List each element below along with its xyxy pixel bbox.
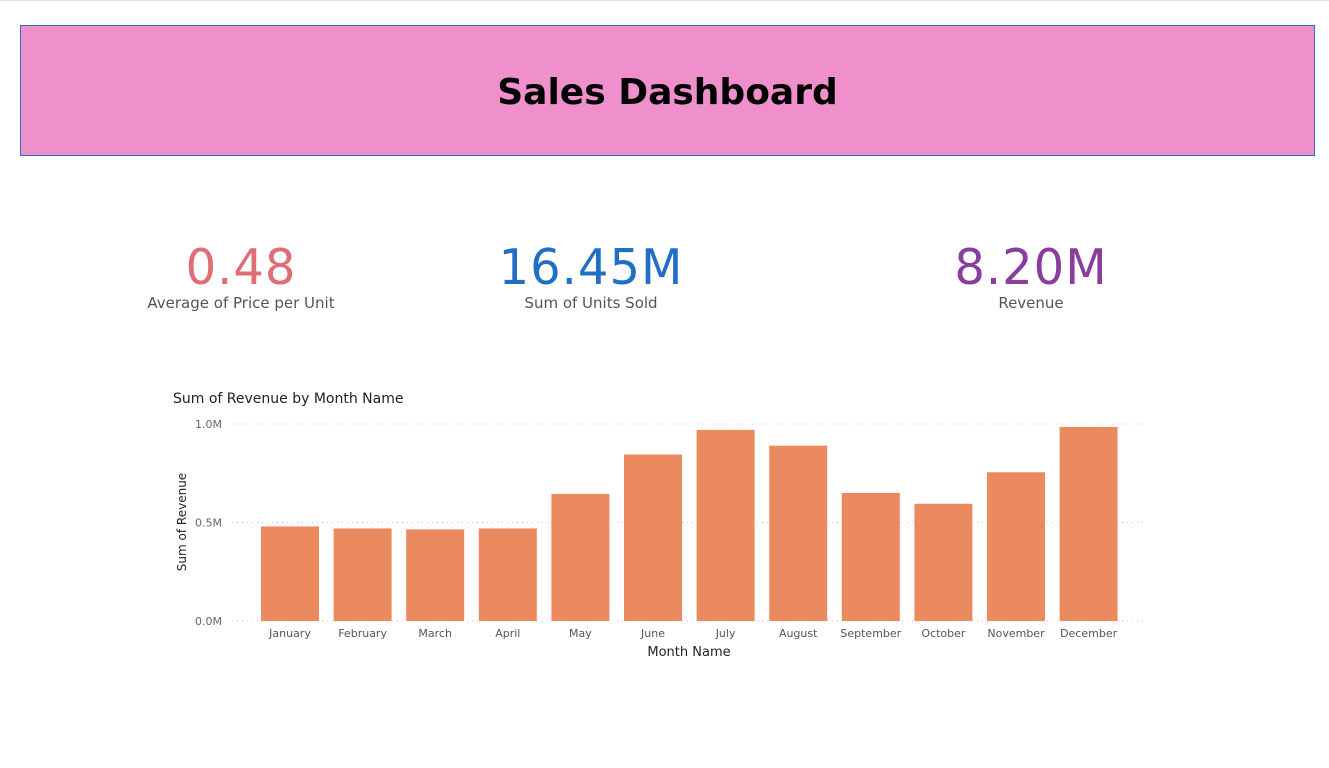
kpi-label: Sum of Units Sold [524,294,658,312]
kpi-value: 16.45M [498,239,684,296]
kpi-card-revenue[interactable]: 8.20M Revenue [881,239,1181,313]
x-tick-label: December [1060,627,1118,640]
y-tick-label: 1.0M [195,418,222,431]
page-title: Sales Dashboard [497,72,838,113]
x-tick-label: June [640,627,665,640]
x-axis-label: Month Name [647,645,730,660]
x-tick-label: February [338,627,387,640]
x-tick-label: January [268,627,311,640]
top-divider [0,0,1329,1]
bar-december[interactable] [1059,426,1118,621]
bar-june[interactable] [624,454,682,621]
bar-january[interactable] [261,526,319,621]
bar-july[interactable] [696,429,755,621]
bar-april[interactable] [478,528,537,621]
revenue-bar-chart[interactable]: 0.0M 0.5M 1.0M January February March April Ma… [160,410,1160,670]
bar-october[interactable] [914,503,973,621]
x-tick-label: August [779,627,818,640]
y-axis-label: Sum of Revenue [175,473,189,571]
x-tick-label: March [418,627,452,640]
chart-title: Sum of Revenue by Month Name [173,391,404,407]
bar-august[interactable] [769,445,828,621]
x-tick-label: November [987,627,1045,640]
kpi-label: Average of Price per Unit [147,294,335,312]
chart-x-ticks: January February March April May June July Augu… [268,627,1117,640]
bar-may[interactable] [551,493,610,621]
chart-y-ticks: 0.0M 0.5M 1.0M [195,418,222,628]
bar-september[interactable] [841,492,900,621]
kpi-card-avg-price[interactable]: 0.48 Average of Price per Unit [91,239,391,313]
kpi-value: 0.48 [185,239,297,296]
y-tick-label: 0.5M [195,517,222,530]
x-tick-label: September [840,627,901,640]
x-tick-label: April [495,627,520,640]
header-banner: Sales Dashboard [20,25,1315,156]
kpi-card-units-sold[interactable]: 16.45M Sum of Units Sold [441,239,741,313]
x-tick-label: October [921,627,965,640]
bar-march[interactable] [406,529,465,621]
kpi-value: 8.20M [954,239,1108,296]
chart-bars [261,426,1118,621]
y-tick-label: 0.0M [195,615,222,628]
x-tick-label: July [715,627,736,640]
x-tick-label: May [569,627,592,640]
bar-november[interactable] [987,472,1045,621]
kpi-label: Revenue [998,294,1064,312]
bar-february[interactable] [333,528,392,621]
